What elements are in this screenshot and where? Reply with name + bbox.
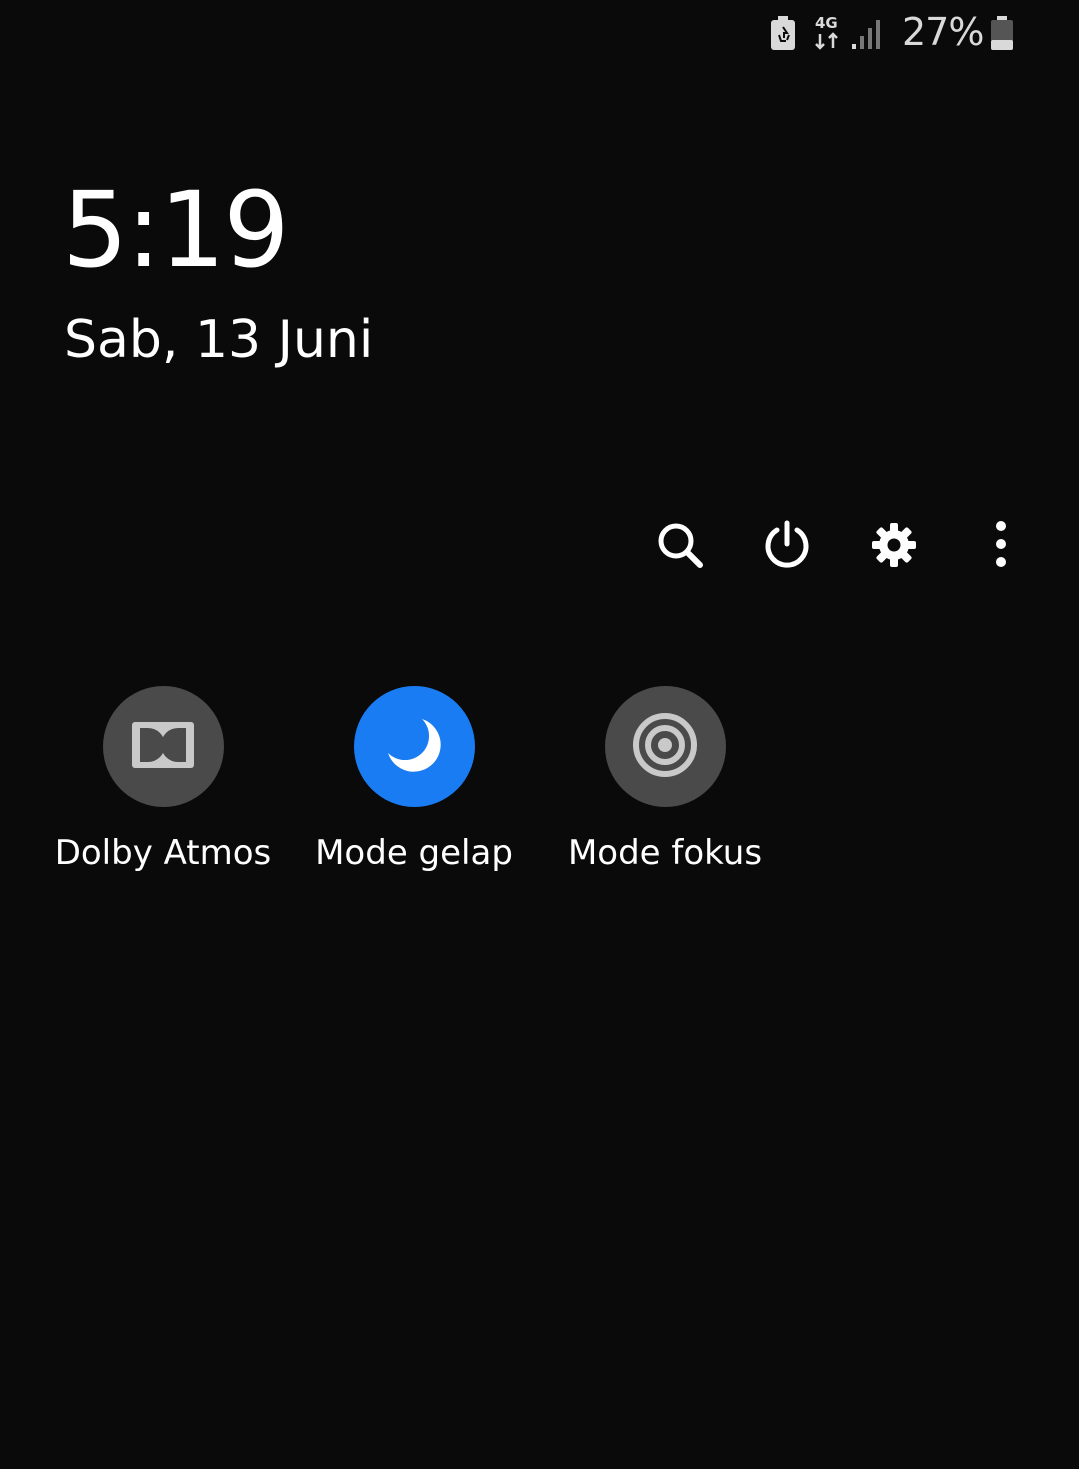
- network-type-label: 4G: [815, 14, 838, 32]
- network-4g-icon: 4G: [813, 14, 843, 52]
- battery-percent: 27%: [902, 10, 984, 54]
- settings-button[interactable]: [859, 512, 929, 582]
- power-button[interactable]: [752, 512, 822, 582]
- tile-focus-mode-label: Mode fokus: [567, 833, 763, 873]
- lockscreen-date: Sab, 13 Juni: [64, 310, 374, 370]
- power-saving-icon: [770, 16, 796, 50]
- search-icon: [655, 520, 705, 574]
- tile-dark-mode-toggle[interactable]: [353, 686, 475, 807]
- tile-dark-mode[interactable]: Mode gelap: [289, 686, 539, 874]
- tile-dolby-atmos[interactable]: Dolby Atmos: [38, 686, 288, 874]
- target-icon: [632, 712, 698, 782]
- more-vertical-icon: [993, 520, 1009, 574]
- gear-icon: [870, 521, 918, 573]
- tile-focus-mode-toggle[interactable]: [604, 686, 726, 807]
- tile-dark-mode-label: Mode gelap: [315, 833, 513, 873]
- power-icon: [762, 520, 812, 574]
- more-options-button[interactable]: [966, 512, 1036, 582]
- tile-dolby-atmos-label: Dolby Atmos: [54, 833, 272, 873]
- status-bar: 4G 27%: [0, 0, 1079, 70]
- dolby-icon: [132, 721, 194, 772]
- moon-icon: [384, 715, 444, 779]
- tile-focus-mode[interactable]: Mode fokus: [540, 686, 790, 874]
- lockscreen-clock: 5:19: [62, 169, 290, 291]
- tile-dolby-atmos-toggle[interactable]: [102, 686, 224, 807]
- search-button[interactable]: [645, 512, 715, 582]
- signal-strength-icon: [852, 18, 884, 50]
- battery-icon: [990, 16, 1014, 50]
